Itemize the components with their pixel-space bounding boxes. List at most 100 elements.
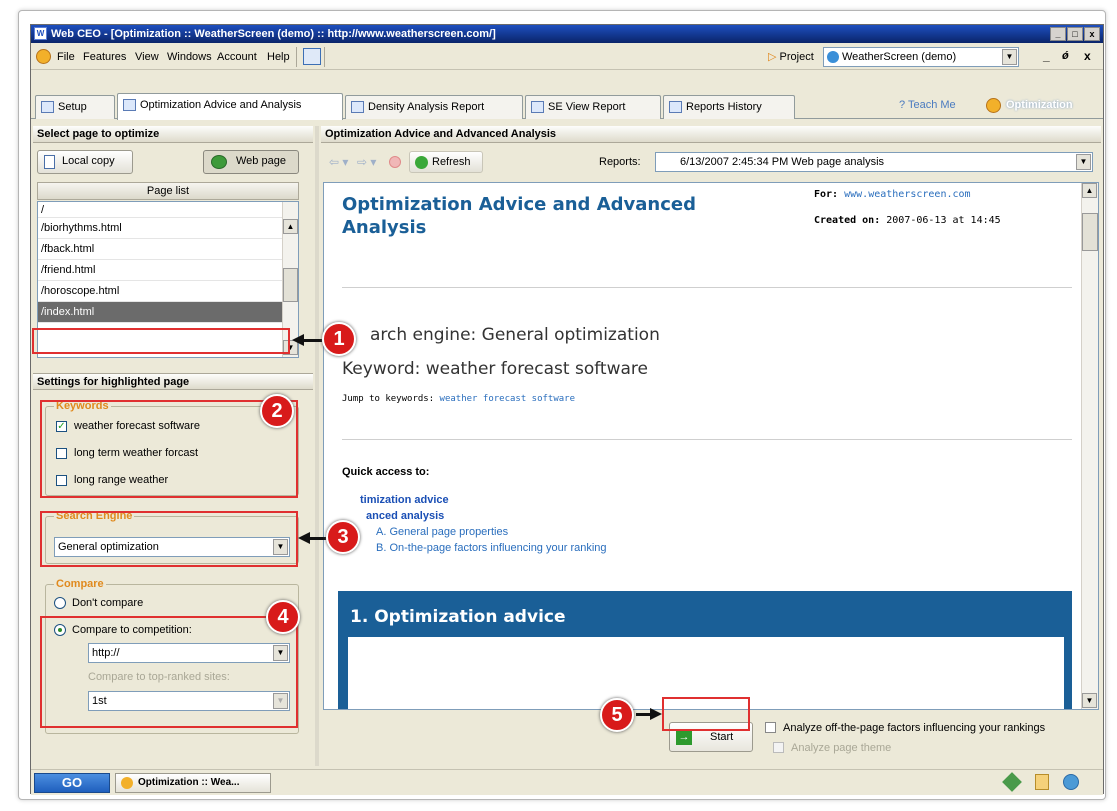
menu-view[interactable]: View bbox=[135, 51, 159, 63]
tab-optimization-label: Optimization Advice and Analysis bbox=[140, 99, 302, 111]
qa-link-general[interactable]: A. General page properties bbox=[376, 526, 508, 538]
highlight-search-engine bbox=[40, 511, 298, 567]
for-link[interactable]: www.weatherscreen.com bbox=[844, 189, 970, 200]
theme-checkbox[interactable] bbox=[773, 742, 784, 753]
back-icon[interactable]: ⇦ ▾ bbox=[329, 155, 348, 169]
go-button[interactable]: GO bbox=[34, 773, 110, 793]
file-icon bbox=[44, 155, 55, 169]
select-page-header: Select page to optimize bbox=[33, 126, 313, 143]
tray-clipboard-icon[interactable] bbox=[1035, 774, 1049, 790]
tab-setup[interactable]: Setup bbox=[35, 95, 115, 119]
scroll-up-icon[interactable]: ▲ bbox=[1082, 183, 1097, 198]
divider bbox=[342, 439, 1072, 440]
toolbar-window-icon[interactable] bbox=[303, 48, 321, 65]
report-viewer: Optimization Advice and Advanced Analysi… bbox=[323, 182, 1099, 710]
minimize-button[interactable]: _ bbox=[1050, 27, 1066, 41]
density-icon bbox=[351, 101, 364, 113]
web-page-button[interactable]: Web page bbox=[203, 150, 299, 174]
project-label[interactable]: ▷ Project bbox=[768, 50, 814, 63]
list-item[interactable]: /horoscope.html bbox=[38, 281, 298, 302]
quick-access-label: Quick access to: bbox=[342, 466, 430, 478]
menu-help[interactable]: Help bbox=[267, 51, 290, 63]
arrow-line bbox=[302, 339, 322, 342]
start-arrow-icon: → bbox=[676, 729, 692, 745]
arrow-line bbox=[308, 537, 326, 540]
list-item[interactable]: /fback.html bbox=[38, 239, 298, 260]
refresh-label: Refresh bbox=[432, 156, 471, 168]
taskbar-item[interactable]: Optimization :: Wea... bbox=[115, 773, 271, 793]
qa-link-onpage[interactable]: B. On-the-page factors influencing your … bbox=[376, 542, 607, 554]
document-icon bbox=[123, 99, 136, 111]
menu-windows[interactable]: Windows bbox=[167, 51, 212, 63]
refresh-icon bbox=[415, 156, 428, 169]
chevron-down-icon[interactable]: ▼ bbox=[1076, 154, 1091, 170]
teach-me-link[interactable]: ? Teach Me bbox=[899, 99, 956, 111]
reports-select[interactable]: 6/13/2007 2:45:34 PM Web page analysis ▼ bbox=[655, 152, 1093, 172]
jump-label: Jump to keywords: bbox=[342, 394, 435, 404]
menu-separator bbox=[324, 47, 325, 67]
list-item[interactable]: /friend.html bbox=[38, 260, 298, 281]
section-block: 1. Optimization advice bbox=[338, 591, 1072, 709]
offpage-label: Analyze off-the-page factors influencing… bbox=[783, 722, 1046, 734]
tab-optimization[interactable]: Optimization Advice and Analysis bbox=[117, 93, 343, 120]
menu-file[interactable]: File bbox=[57, 51, 75, 63]
offpage-checkbox[interactable] bbox=[765, 722, 776, 733]
taskbar: GO Optimization :: Wea... bbox=[31, 769, 1103, 795]
title-bar: W Web CEO - [Optimization :: WeatherScre… bbox=[31, 25, 1103, 43]
scroll-up-icon[interactable]: ▲ bbox=[283, 219, 298, 234]
scroll-down-icon[interactable]: ▼ bbox=[1082, 693, 1097, 708]
report-scrollbar[interactable]: ▲ ▼ bbox=[1081, 183, 1098, 709]
local-copy-label: Local copy bbox=[62, 155, 115, 167]
teach-me-label: Teach Me bbox=[907, 99, 956, 111]
stop-icon[interactable] bbox=[389, 156, 401, 168]
list-item-selected[interactable]: /index.html bbox=[38, 302, 282, 323]
highlight-compare bbox=[40, 616, 298, 728]
scroll-thumb[interactable] bbox=[283, 268, 298, 302]
report-title: Optimization Advice and Advanced Analysi… bbox=[342, 194, 696, 238]
scroll-thumb[interactable] bbox=[1082, 213, 1098, 251]
close-button[interactable]: x bbox=[1084, 27, 1100, 41]
search-engine-heading: arch engine: General optimization bbox=[370, 325, 660, 345]
jump-link[interactable]: weather forecast software bbox=[440, 394, 575, 404]
tab-density-label: Density Analysis Report bbox=[368, 101, 485, 113]
created-value: 2007-06-13 at 14:45 bbox=[886, 215, 1001, 226]
report-for: For: www.weatherscreen.com bbox=[814, 189, 971, 200]
menu-features[interactable]: Features bbox=[83, 51, 126, 63]
qa-link-advanced[interactable]: anced analysis bbox=[366, 510, 444, 522]
tab-reports-history[interactable]: Reports History bbox=[663, 95, 795, 119]
reports-value: 6/13/2007 2:45:34 PM Web page analysis bbox=[680, 156, 885, 168]
menu-bar: File Features View Windows Account Help … bbox=[31, 44, 1103, 70]
project-value: WeatherScreen (demo) bbox=[842, 51, 957, 63]
step-marker-2: 2 bbox=[260, 394, 294, 428]
tray-diamond-icon[interactable] bbox=[1002, 772, 1022, 792]
app-menu-icon[interactable] bbox=[36, 49, 51, 64]
tray-eye-icon[interactable] bbox=[1063, 774, 1079, 790]
dont-compare-radio[interactable] bbox=[54, 597, 66, 609]
web-page-label: Web page bbox=[236, 155, 286, 167]
for-label: For: bbox=[814, 189, 839, 200]
reports-label: Reports: bbox=[599, 156, 641, 168]
chevron-down-icon[interactable]: ▼ bbox=[1002, 49, 1017, 65]
mdi-close-button[interactable]: x bbox=[1084, 49, 1091, 63]
created-label: Created on: bbox=[814, 215, 881, 226]
tab-density[interactable]: Density Analysis Report bbox=[345, 95, 523, 119]
menu-account[interactable]: Account bbox=[217, 51, 257, 63]
project-arrow-icon: ▷ bbox=[768, 51, 780, 63]
list-item[interactable]: /biorhythms.html bbox=[38, 218, 298, 239]
tab-se-view[interactable]: SE View Report bbox=[525, 95, 661, 119]
qa-link-optimization[interactable]: timization advice bbox=[360, 494, 449, 506]
start-label: Start bbox=[710, 731, 734, 743]
local-copy-button[interactable]: Local copy bbox=[37, 150, 133, 174]
mdi-restore-button[interactable]: ǿ bbox=[1062, 50, 1069, 62]
refresh-button[interactable]: Refresh bbox=[409, 151, 483, 173]
panel-splitter[interactable] bbox=[315, 126, 319, 766]
app-icon: W bbox=[34, 27, 47, 40]
help-icon: ? bbox=[899, 99, 908, 111]
mdi-minimize-button[interactable]: _ bbox=[1043, 49, 1050, 63]
maximize-button[interactable]: □ bbox=[1067, 27, 1083, 41]
list-item[interactable]: / bbox=[38, 202, 298, 218]
chart-icon bbox=[531, 101, 544, 113]
project-select[interactable]: WeatherScreen (demo) ▼ bbox=[823, 47, 1019, 67]
forward-icon[interactable]: ⇨ ▾ bbox=[357, 155, 376, 169]
page-list-header: Page list bbox=[37, 182, 299, 200]
